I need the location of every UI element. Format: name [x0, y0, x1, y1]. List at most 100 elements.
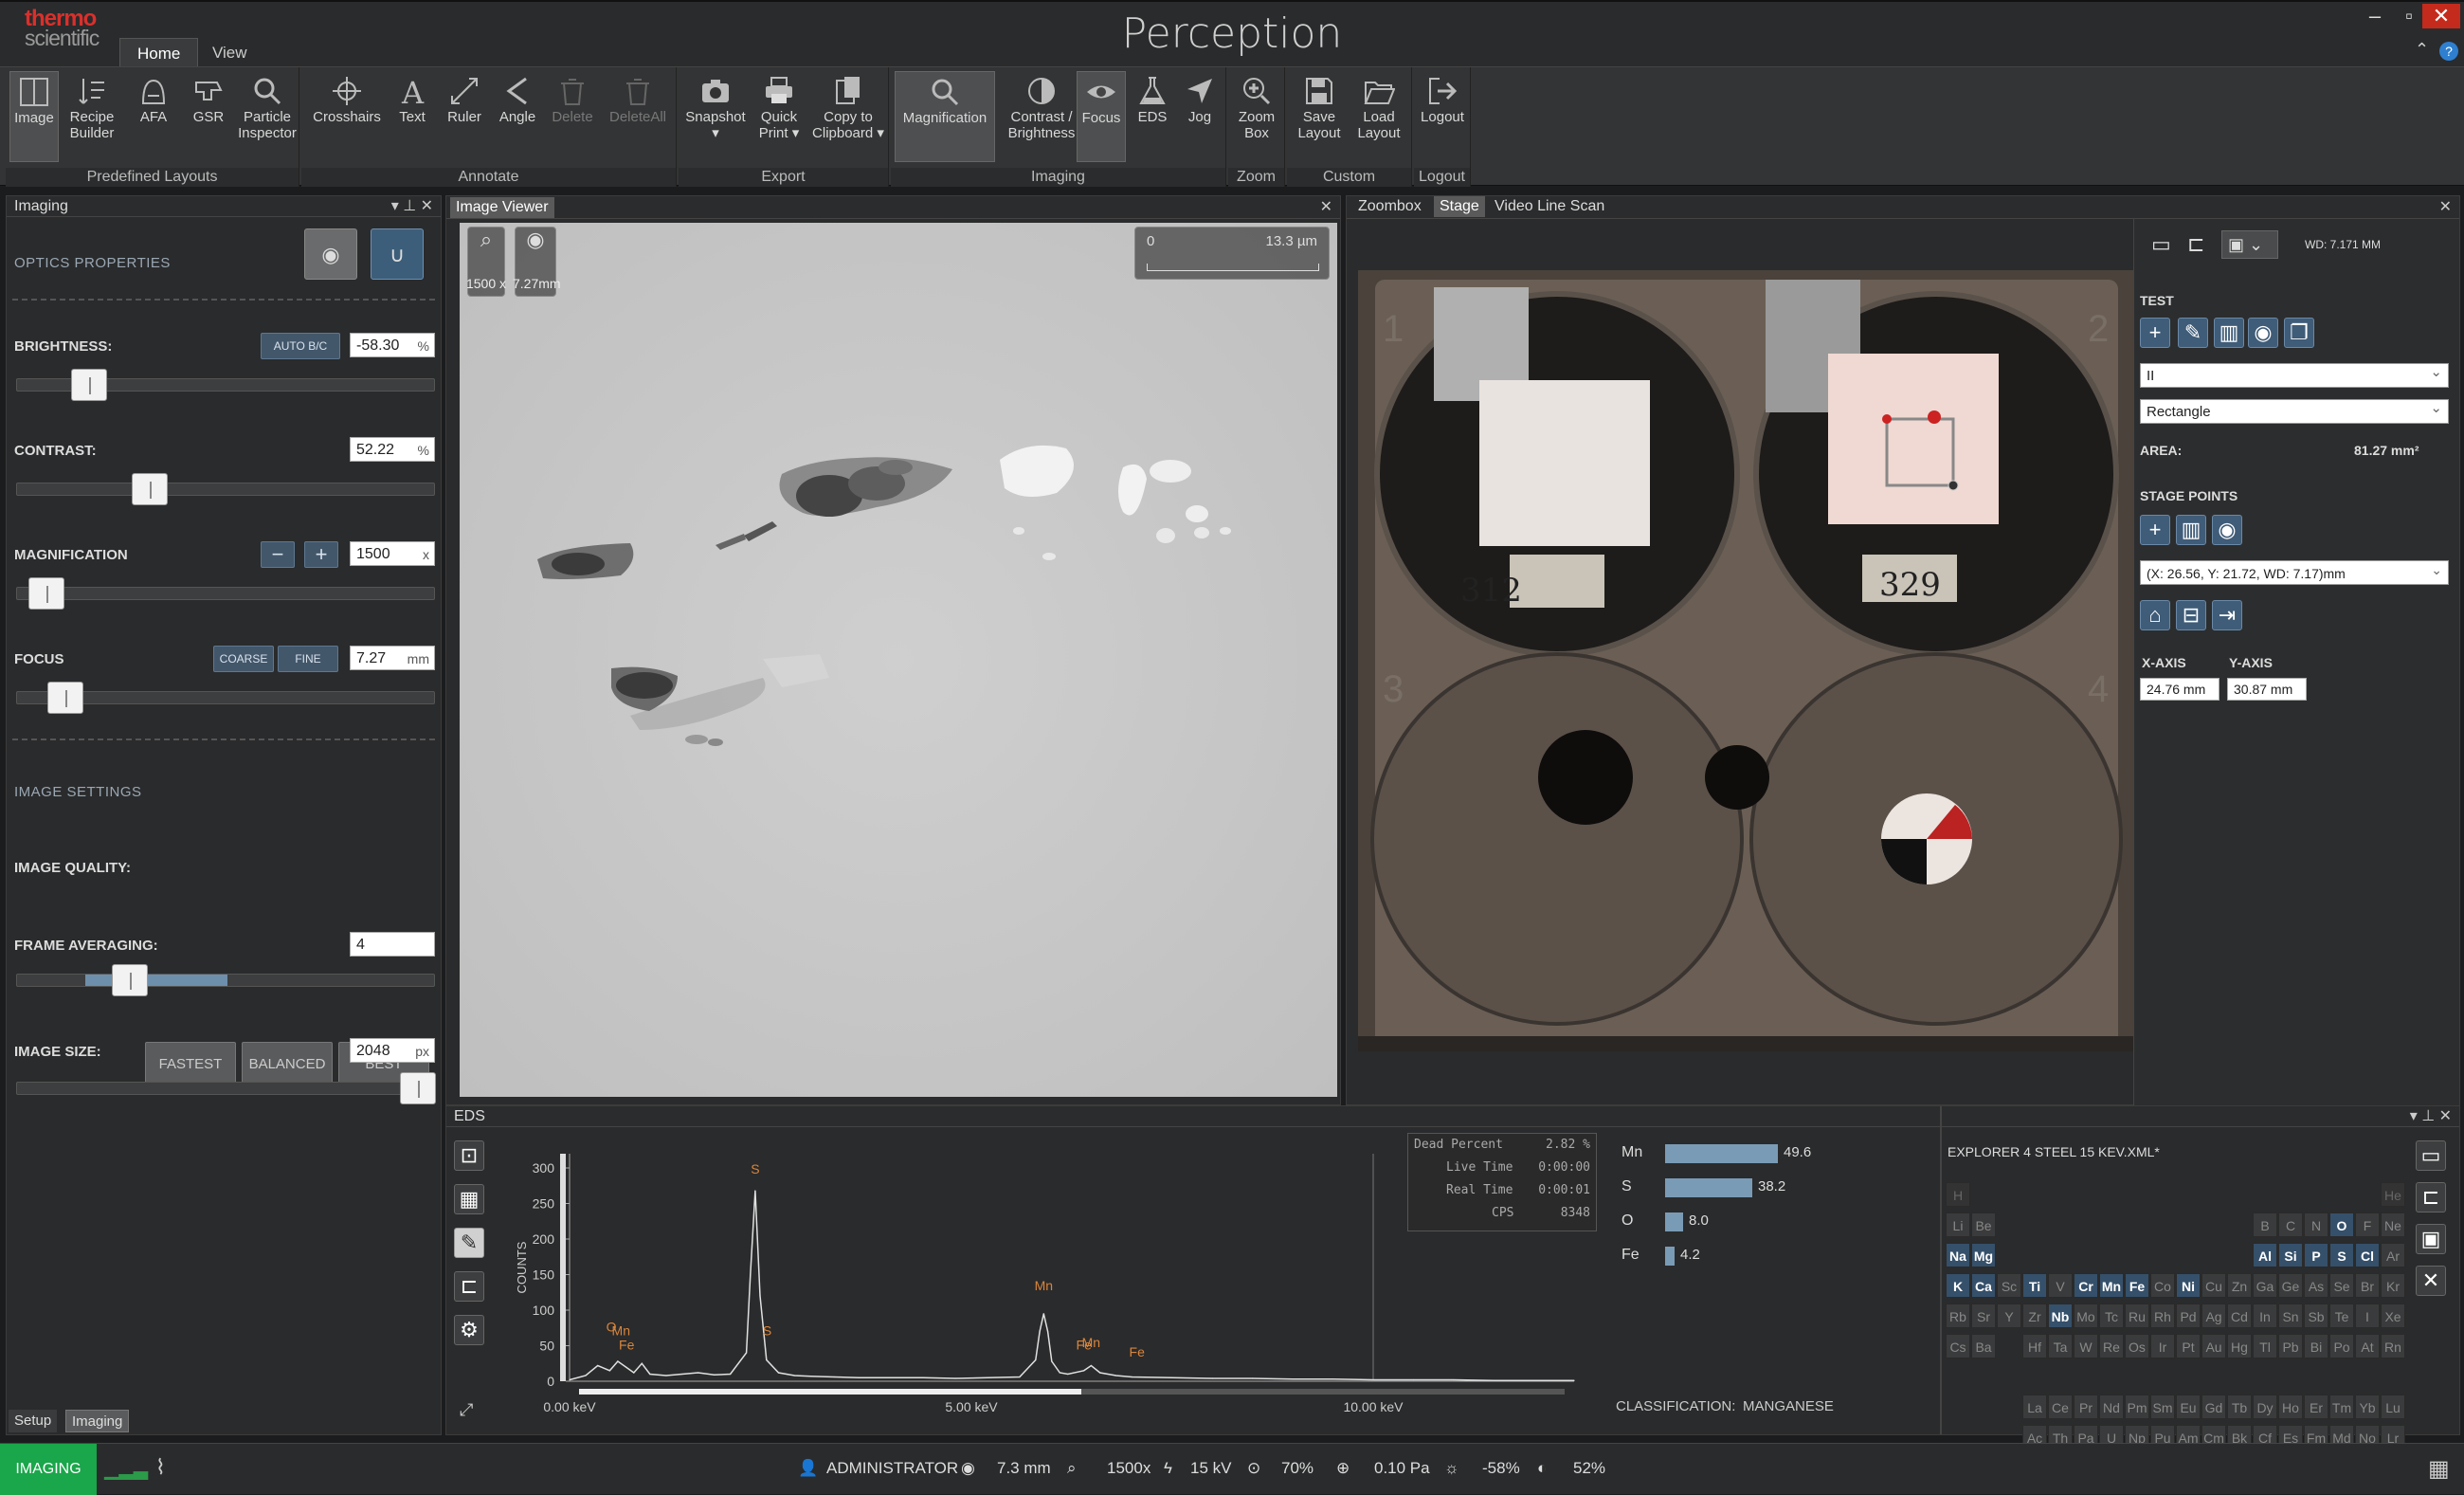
element-c[interactable]: C: [2278, 1212, 2303, 1237]
angle-button[interactable]: Angle: [493, 71, 542, 162]
delete-point-icon[interactable]: ▥: [2176, 515, 2206, 545]
element-cu[interactable]: Cu: [2201, 1273, 2226, 1298]
element-v[interactable]: V: [2048, 1273, 2073, 1298]
element-er[interactable]: Er: [2304, 1395, 2328, 1419]
slider-thumb[interactable]: [28, 577, 64, 610]
copy-to-clipboard-button[interactable]: Copy to Clipboard ▾: [809, 71, 887, 162]
element-ni[interactable]: Ni: [2176, 1273, 2201, 1298]
calendar-icon[interactable]: ▦: [2428, 1455, 2450, 1483]
collapse-ribbon-icon[interactable]: ⌃: [2415, 40, 2429, 60]
element-pm[interactable]: Pm: [2125, 1395, 2149, 1419]
element-mo[interactable]: Mo: [2074, 1304, 2098, 1328]
view-point-icon[interactable]: ◉: [2212, 515, 2242, 545]
element-kr[interactable]: Kr: [2381, 1273, 2405, 1298]
y-axis-input[interactable]: 30.87 mm: [2227, 678, 2307, 701]
x-axis-input[interactable]: 24.76 mm: [2140, 678, 2219, 701]
test-dropdown[interactable]: II: [2140, 360, 2449, 388]
element-si[interactable]: Si: [2278, 1243, 2303, 1267]
focus-slider[interactable]: [16, 682, 435, 714]
element-rh[interactable]: Rh: [2150, 1304, 2175, 1328]
tab-stage[interactable]: Stage: [1434, 196, 1485, 217]
element-cd[interactable]: Cd: [2227, 1304, 2252, 1328]
jog-button[interactable]: Jog: [1177, 71, 1223, 162]
quick-print-button[interactable]: Quick Print ▾: [751, 71, 807, 162]
element-b[interactable]: B: [2253, 1212, 2277, 1237]
element-pb[interactable]: Pb: [2278, 1334, 2303, 1358]
element-ne[interactable]: Ne: [2381, 1212, 2405, 1237]
focus-input[interactable]: 7.27 mm: [350, 646, 435, 670]
element-o[interactable]: O: [2329, 1212, 2354, 1237]
element-sr[interactable]: Sr: [1971, 1304, 1996, 1328]
expand-icon[interactable]: ⤢: [460, 1400, 473, 1420]
element-h[interactable]: H: [1946, 1182, 1970, 1207]
magnification-input[interactable]: 1500 x: [350, 541, 435, 566]
slider-thumb[interactable]: [71, 369, 107, 401]
frame-averaging-slider[interactable]: [16, 964, 435, 996]
element-mg[interactable]: Mg: [1971, 1243, 1996, 1267]
close-icon[interactable]: ✕: [2422, 4, 2460, 28]
element-lu[interactable]: Lu: [2381, 1395, 2405, 1419]
contrast-input[interactable]: 52.22%: [350, 437, 435, 462]
new-file-icon[interactable]: ▭: [2151, 232, 2171, 257]
snapshot-button[interactable]: Snapshot ▾: [682, 71, 749, 162]
help-icon[interactable]: ?: [2439, 42, 2458, 61]
element-au[interactable]: Au: [2201, 1334, 2226, 1358]
goto-icon[interactable]: ⇥: [2212, 600, 2242, 630]
element-ag[interactable]: Ag: [2201, 1304, 2226, 1328]
eye-slash-icon[interactable]: ◉: [304, 228, 357, 280]
magnification-slider[interactable]: [16, 577, 435, 610]
image-layout-button[interactable]: Image: [9, 71, 59, 162]
element-sc[interactable]: Sc: [1997, 1273, 2021, 1298]
element-hf[interactable]: Hf: [2022, 1334, 2047, 1358]
save-layout-button[interactable]: Save Layout: [1291, 71, 1348, 162]
element-pr[interactable]: Pr: [2074, 1395, 2098, 1419]
open-folder-icon[interactable]: ⊏: [2187, 232, 2204, 257]
mag-decrease-button[interactable]: −: [261, 541, 295, 568]
auto-bc-button[interactable]: AUTO B/C: [261, 333, 340, 359]
element-li[interactable]: Li: [1946, 1212, 1970, 1237]
element-fe[interactable]: Fe: [2125, 1273, 2149, 1298]
focus-button[interactable]: Focus: [1077, 71, 1126, 162]
element-os[interactable]: Os: [2125, 1334, 2149, 1358]
home-icon[interactable]: ⌂: [2140, 600, 2170, 630]
stage-point-dropdown[interactable]: (X: 26.56, Y: 21.72, WD: 7.17)mm: [2140, 557, 2449, 585]
element-tb[interactable]: Tb: [2227, 1395, 2252, 1419]
quality-balanced-button[interactable]: BALANCED: [242, 1042, 333, 1087]
element-zr[interactable]: Zr: [2022, 1304, 2047, 1328]
element-i[interactable]: I: [2355, 1304, 2380, 1328]
afa-button[interactable]: AFA: [127, 71, 180, 162]
eds-button[interactable]: EDS: [1130, 71, 1175, 162]
element-y[interactable]: Y: [1997, 1304, 2021, 1328]
minimize-icon[interactable]: –: [2358, 4, 2392, 28]
element-in[interactable]: In: [2253, 1304, 2277, 1328]
slider-thumb[interactable]: [400, 1072, 436, 1104]
element-sn[interactable]: Sn: [2278, 1304, 2303, 1328]
element-se[interactable]: Se: [2329, 1273, 2354, 1298]
element-cl[interactable]: Cl: [2355, 1243, 2380, 1267]
maximize-icon[interactable]: ▫: [2392, 4, 2426, 28]
contrast-brightness-button[interactable]: Contrast / Brightness: [999, 71, 1084, 162]
element-f[interactable]: F: [2355, 1212, 2380, 1237]
settings-icon[interactable]: ⚙: [454, 1315, 484, 1345]
recipe-builder-button[interactable]: Recipe Builder: [63, 71, 121, 162]
tab-video-line-scan[interactable]: Video Line Scan: [1489, 196, 1610, 217]
edit-icon[interactable]: ✎: [2178, 318, 2208, 348]
magnet-icon[interactable]: ∪: [371, 228, 424, 280]
coarse-button[interactable]: COARSE: [213, 646, 274, 672]
save-recipe-icon[interactable]: ▣: [2416, 1224, 2446, 1254]
element-al[interactable]: Al: [2253, 1243, 2277, 1267]
close-viewer-icon[interactable]: ✕: [1320, 197, 1332, 216]
open-recipe-icon[interactable]: ⊏: [2416, 1182, 2446, 1212]
close-recipe-icon[interactable]: ✕: [2416, 1266, 2446, 1296]
element-hg[interactable]: Hg: [2227, 1334, 2252, 1358]
element-sb[interactable]: Sb: [2304, 1304, 2328, 1328]
add-icon[interactable]: +: [2140, 318, 2170, 348]
element-cr[interactable]: Cr: [2074, 1273, 2098, 1298]
load-layout-button[interactable]: Load Layout: [1350, 71, 1408, 162]
element-ar[interactable]: Ar: [2381, 1243, 2405, 1267]
particle-inspector-button[interactable]: Particle Inspector: [237, 71, 298, 162]
tab-setup[interactable]: Setup: [9, 1410, 58, 1432]
element-w[interactable]: W: [2074, 1334, 2098, 1358]
element-gd[interactable]: Gd: [2201, 1395, 2226, 1419]
pencil-icon[interactable]: ✎: [454, 1228, 484, 1258]
